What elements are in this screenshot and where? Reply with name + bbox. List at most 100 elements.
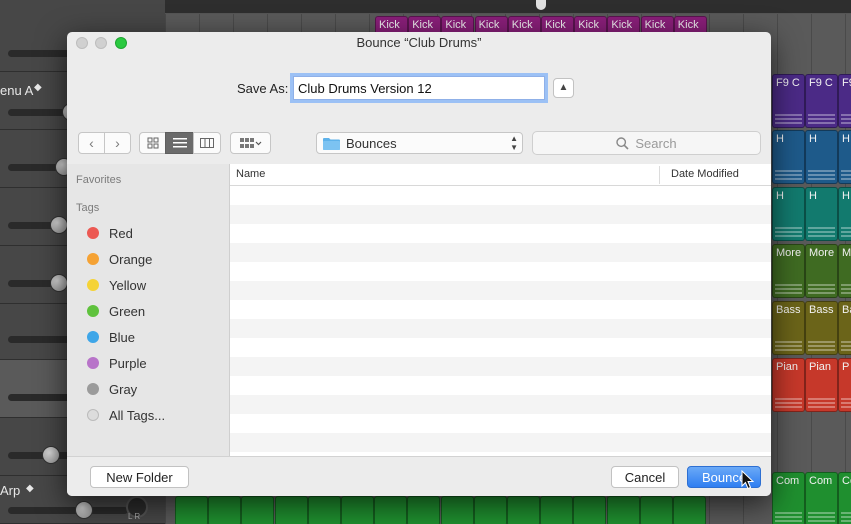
region-label: Kick xyxy=(412,19,433,31)
file-rows[interactable] xyxy=(230,186,771,456)
column-view-button[interactable] xyxy=(193,132,221,154)
track-region[interactable] xyxy=(341,496,374,524)
sidebar-tag-label: Red xyxy=(109,225,133,241)
search-field[interactable]: Search xyxy=(532,131,761,155)
new-folder-button[interactable]: New Folder xyxy=(90,466,189,488)
track-region[interactable]: H xyxy=(772,187,805,241)
track-region[interactable] xyxy=(606,496,640,524)
sidebar-tag-item[interactable]: Purple xyxy=(87,354,147,372)
column-header-name[interactable]: Name xyxy=(236,168,265,180)
forward-button[interactable]: › xyxy=(104,132,131,154)
track-region[interactable]: P xyxy=(838,358,851,412)
track-region[interactable] xyxy=(307,496,341,524)
region-label: Kick xyxy=(379,19,400,31)
region-label: H xyxy=(809,190,817,202)
track-region[interactable] xyxy=(473,496,507,524)
chevron-updown-icon: ▲ ▼ xyxy=(510,134,518,152)
region-label: F9 C xyxy=(809,77,833,89)
tag-color-dot-icon xyxy=(87,331,99,343)
column-divider[interactable] xyxy=(659,166,660,184)
track-region[interactable]: H xyxy=(838,187,851,241)
track-region[interactable]: Bass xyxy=(838,301,851,355)
sidebar-tag-item[interactable]: Gray xyxy=(87,380,137,398)
track-region[interactable]: More xyxy=(772,244,805,298)
track-region[interactable]: Bass xyxy=(805,301,838,355)
track-region[interactable] xyxy=(673,496,706,524)
sidebar: Favorites Tags Red Orange Yellow Green Blue P… xyxy=(67,164,230,456)
track-region[interactable] xyxy=(175,496,208,524)
zoom-window-button[interactable] xyxy=(115,37,127,49)
sidebar-tag-item[interactable]: Orange xyxy=(87,250,152,268)
fader-knob[interactable] xyxy=(75,501,93,519)
region-label: Com xyxy=(776,475,800,487)
close-window-button[interactable] xyxy=(76,37,88,49)
track-region[interactable] xyxy=(374,496,408,524)
minimize-window-button[interactable] xyxy=(95,37,107,49)
track-region[interactable]: More xyxy=(805,244,838,298)
track-region[interactable]: H xyxy=(772,130,805,184)
track-region[interactable] xyxy=(540,496,574,524)
track-region[interactable]: H xyxy=(805,130,838,184)
group-arrange-icon xyxy=(239,138,261,148)
track-region[interactable] xyxy=(407,496,441,524)
cancel-label: Cancel xyxy=(624,469,666,485)
playhead[interactable] xyxy=(536,0,546,10)
cancel-button[interactable]: Cancel xyxy=(611,466,679,488)
region-label: Kick xyxy=(445,19,467,31)
track-region[interactable]: F9 C xyxy=(772,74,805,128)
track-region[interactable]: M xyxy=(838,244,851,298)
sidebar-tag-item[interactable]: Green xyxy=(87,302,145,320)
timeline-ruler[interactable] xyxy=(165,0,851,14)
region-label: Kick xyxy=(677,19,699,31)
column-header-date-modified[interactable]: Date Modified xyxy=(671,168,739,180)
track-region[interactable]: Pian xyxy=(805,358,838,412)
dialog-title: Bounce “Club Drums” xyxy=(356,35,482,50)
track-region[interactable] xyxy=(507,496,540,524)
region-label: H xyxy=(809,133,817,145)
track-region[interactable]: Pian xyxy=(772,358,805,412)
fader-knob[interactable] xyxy=(50,216,68,234)
track-region[interactable]: Bass xyxy=(772,301,805,355)
track-region[interactable] xyxy=(573,496,607,524)
back-button[interactable]: ‹ xyxy=(78,132,105,154)
sidebar-tag-item[interactable]: Blue xyxy=(87,328,135,346)
region-waveform xyxy=(841,170,851,180)
file-list[interactable]: Name Date Modified xyxy=(230,164,771,456)
arrange-menu-button[interactable] xyxy=(230,132,271,154)
fader-knob[interactable] xyxy=(50,274,68,292)
save-as-input[interactable] xyxy=(293,76,545,100)
track-region[interactable] xyxy=(241,496,275,524)
volume-fader[interactable] xyxy=(8,507,128,514)
dialog-footer: New Folder Cancel Bounce xyxy=(67,456,771,496)
region-label: Bass xyxy=(809,304,834,316)
track-region[interactable]: F9 C xyxy=(838,74,851,128)
track-region[interactable] xyxy=(208,496,242,524)
sidebar-tag-label: Blue xyxy=(109,329,136,345)
location-popup[interactable]: Bounces ▲ ▼ xyxy=(316,132,523,154)
sidebar-tag-item[interactable]: All Tags... xyxy=(87,406,165,424)
track-region[interactable]: Com xyxy=(838,472,851,524)
region-waveform xyxy=(841,341,851,351)
track-region[interactable] xyxy=(639,496,673,524)
region-waveform xyxy=(808,227,835,237)
fader-knob[interactable] xyxy=(42,446,60,464)
list-icon xyxy=(172,138,187,148)
track-region[interactable]: Com xyxy=(805,472,838,524)
favorites-heading: Favorites xyxy=(76,174,122,186)
save-as-label: Save As: xyxy=(237,81,289,96)
expand-dialog-button[interactable]: ▲ xyxy=(553,78,574,98)
track-region[interactable]: Com xyxy=(772,472,805,524)
region-label: Bass xyxy=(776,304,801,316)
track-region[interactable]: H xyxy=(838,130,851,184)
region-waveform xyxy=(808,512,835,522)
track-region[interactable]: F9 C xyxy=(805,74,838,128)
icon-view-button[interactable] xyxy=(139,132,166,154)
sidebar-tag-label: Yellow xyxy=(109,277,147,293)
sidebar-tag-item[interactable]: Yellow xyxy=(87,276,146,294)
track-region[interactable] xyxy=(274,496,308,524)
chevron-updown-icon: ◆ xyxy=(26,483,34,494)
sidebar-tag-item[interactable]: Red xyxy=(87,224,133,242)
track-region[interactable] xyxy=(440,496,474,524)
list-view-button[interactable] xyxy=(165,132,194,154)
track-region[interactable]: H xyxy=(805,187,838,241)
